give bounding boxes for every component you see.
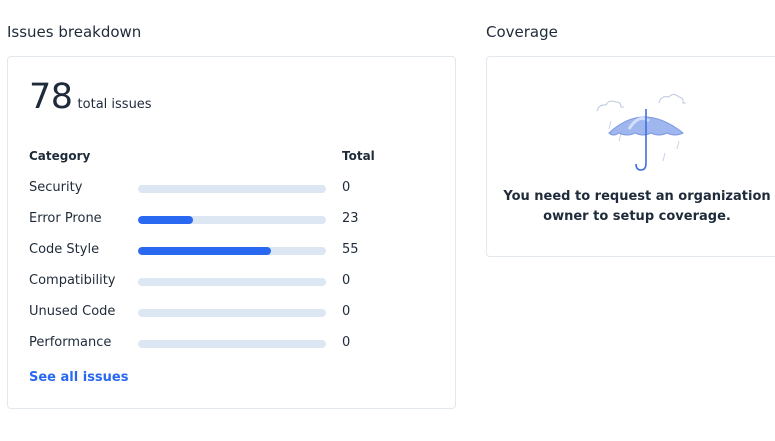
total-issues-label: total issues: [77, 97, 152, 112]
category-bar: [138, 309, 326, 317]
coverage-title: Coverage: [486, 23, 558, 41]
coverage-message-line2: owner to setup coverage.: [543, 209, 731, 224]
category-bar-fill: [138, 247, 272, 255]
coverage-message: You need to request an organization owne…: [487, 187, 775, 227]
coverage-message-line1: You need to request an organization: [503, 189, 771, 204]
category-count: 0: [342, 180, 351, 195]
category-label: Unused Code: [29, 304, 116, 319]
category-row-compatibility[interactable]: Compatibility 0: [29, 271, 429, 291]
category-label: Code Style: [29, 242, 100, 257]
category-count: 0: [342, 304, 351, 319]
category-column-header: Category: [29, 149, 91, 163]
see-all-issues-link[interactable]: See all issues: [29, 370, 128, 385]
issues-breakdown-card: 78 total issues Category Total Security …: [7, 56, 456, 409]
category-label: Error Prone: [29, 211, 102, 226]
total-column-header: Total: [342, 149, 375, 163]
category-bar: [138, 247, 326, 255]
category-row-error-prone[interactable]: Error Prone 23: [29, 209, 429, 229]
category-bar: [138, 216, 326, 224]
category-bar: [138, 185, 326, 193]
issues-breakdown-title: Issues breakdown: [7, 23, 142, 41]
total-issues: 78 total issues: [29, 77, 152, 117]
category-label: Security: [29, 180, 83, 195]
category-bar: [138, 340, 326, 348]
category-label: Compatibility: [29, 273, 116, 288]
umbrella-rain-icon: [596, 94, 686, 171]
category-bar: [138, 278, 326, 286]
category-row-performance[interactable]: Performance 0: [29, 333, 429, 353]
category-bar-fill: [138, 216, 193, 224]
category-row-code-style[interactable]: Code Style 55: [29, 240, 429, 260]
category-label: Performance: [29, 335, 112, 350]
category-count: 55: [342, 242, 359, 257]
category-row-unused-code[interactable]: Unused Code 0: [29, 302, 429, 322]
category-count: 0: [342, 335, 351, 350]
category-count: 23: [342, 211, 359, 226]
category-count: 0: [342, 273, 351, 288]
coverage-card: You need to request an organization owne…: [486, 56, 775, 257]
total-issues-count: 78: [29, 77, 73, 117]
category-row-security[interactable]: Security 0: [29, 178, 429, 198]
